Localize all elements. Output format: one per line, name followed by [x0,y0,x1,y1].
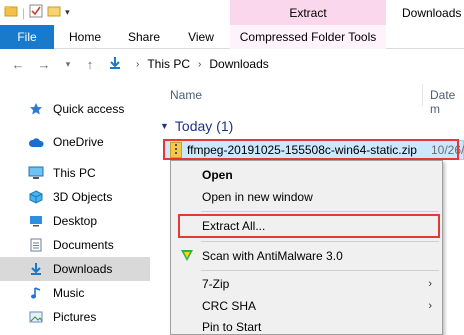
address-bar: ← → ▾ ↑ › This PC › Downloads [0,49,464,80]
shield-icon [179,248,195,265]
star-icon [28,101,44,117]
menu-item-label: Pin to Start [202,320,262,334]
menu-item-label: Open [202,168,233,182]
chevron-down-icon[interactable]: ▼ [160,121,169,131]
back-arrow-icon[interactable]: ← [8,55,28,73]
column-header-name[interactable]: Name [170,88,202,102]
highlight-box-extract-all [178,214,440,238]
new-folder-icon[interactable] [47,4,61,21]
navigation-pane: Quick access OneDrive This PC 3D Objects… [0,92,150,335]
menu-item-open-new-window[interactable]: Open in new window [171,186,442,208]
tab-compressed-folder-tools[interactable]: Compressed Folder Tools [230,25,386,49]
download-arrow-icon [28,261,44,277]
menu-item-open[interactable]: Open [171,164,442,186]
window-title: Downloads [402,5,462,20]
tab-view[interactable]: View [172,25,230,49]
chevron-right-icon: › [428,278,432,290]
column-header-date-modified[interactable]: Date m [430,88,464,116]
sidebar-item-label: Quick access [53,102,125,116]
up-arrow-icon[interactable]: ↑ [80,55,100,73]
menu-item-crc-sha[interactable]: CRC SHA › [171,295,442,317]
sidebar-item-label: Desktop [53,214,98,228]
menu-separator [201,270,439,271]
menu-item-label: 7-Zip [202,277,230,291]
breadcrumb-downloads[interactable]: Downloads [209,57,268,71]
breadcrumb[interactable]: › This PC › Downloads [108,55,269,73]
sidebar-item-downloads[interactable]: Downloads [0,257,150,281]
documents-icon [28,237,44,253]
computer-icon [28,165,44,181]
tab-share[interactable]: Share [116,25,172,49]
menu-separator [201,241,439,242]
tab-file[interactable]: File [0,25,54,49]
properties-checkmark-icon[interactable] [29,4,43,21]
breadcrumb-chevron-icon[interactable]: › [136,59,139,70]
menu-item-pin-to-start[interactable]: Pin to Start [171,316,442,335]
cube-icon [28,189,44,205]
menu-separator [201,211,439,212]
desktop-icon [28,213,44,229]
context-tab-group-extract: Extract [230,0,386,25]
sidebar-item-onedrive[interactable]: OneDrive [0,130,150,154]
customize-toolbar-chevron-icon[interactable]: ▾ [65,7,70,18]
breadcrumb-chevron-icon[interactable]: › [198,59,201,70]
sidebar-item-music[interactable]: Music [0,281,150,305]
pictures-icon [28,309,44,325]
forward-arrow-icon[interactable]: → [34,55,54,73]
downloads-location-icon [108,56,122,73]
music-note-icon [28,285,44,301]
chevron-right-icon: › [428,300,432,312]
tab-home[interactable]: Home [54,25,116,49]
sidebar-item-label: OneDrive [53,135,104,149]
breadcrumb-this-pc[interactable]: This PC [147,57,190,71]
separator-line: | [22,5,26,20]
context-menu: Open Open in new window Extract All... S… [170,160,443,335]
sidebar-item-this-pc[interactable]: This PC [0,161,150,185]
menu-item-label: CRC SHA [202,299,257,313]
group-header-today[interactable]: ▼ Today (1) [160,118,233,134]
menu-item-label: Open in new window [202,190,313,204]
menu-item-label: Scan with AntiMalware 3.0 [202,249,343,263]
sidebar-item-quick-access[interactable]: Quick access [0,97,150,121]
sidebar-item-3d-objects[interactable]: 3D Objects [0,185,150,209]
sidebar-item-label: Downloads [53,262,113,276]
folder-app-icon [4,4,18,21]
sidebar-item-documents[interactable]: Documents [0,233,150,257]
sidebar-item-desktop[interactable]: Desktop [0,209,150,233]
column-divider[interactable] [422,84,423,106]
sidebar-item-label: Documents [53,238,114,252]
menu-item-scan-antimalware[interactable]: Scan with AntiMalware 3.0 [171,245,442,267]
sidebar-item-label: 3D Objects [53,190,113,204]
group-label: Today (1) [174,118,234,134]
cloud-icon [28,134,44,150]
quick-access-toolbar: | ▾ [0,0,70,25]
menu-item-7zip[interactable]: 7-Zip › [171,273,442,295]
sidebar-item-label: This PC [53,166,96,180]
title-bar: | ▾ Extract Downloads [0,0,464,25]
sidebar-item-label: Pictures [53,310,97,324]
ribbon-tabs: File Home Share View Compressed Folder T… [0,25,464,49]
sidebar-item-pictures[interactable]: Pictures [0,305,150,329]
highlight-box-file [163,139,459,160]
sidebar-item-label: Music [53,286,85,300]
recent-locations-chevron-icon[interactable]: ▾ [58,55,78,73]
